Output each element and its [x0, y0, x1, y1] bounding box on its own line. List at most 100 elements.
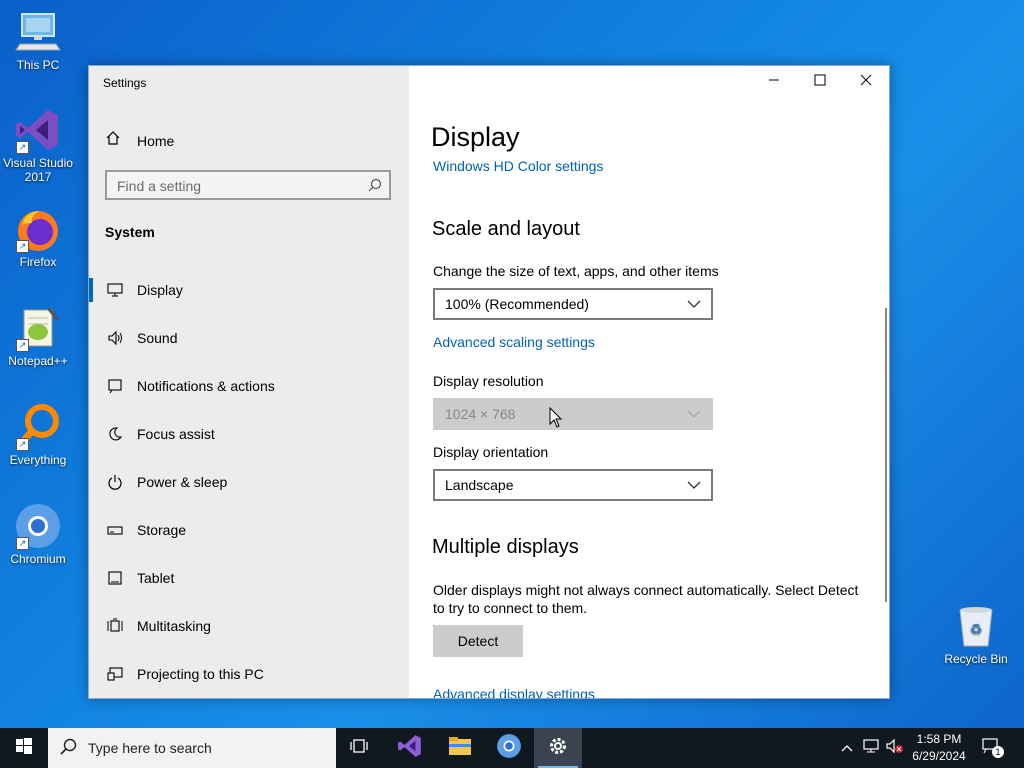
desktop-icon-firefox[interactable]: ↗ Firefox — [0, 205, 76, 269]
close-button[interactable] — [843, 66, 889, 98]
scale-layout-heading: Scale and layout — [432, 218, 580, 240]
shortcut-arrow-icon: ↗ — [16, 339, 29, 352]
scale-value: 100% (Recommended) — [445, 296, 589, 312]
home-icon — [105, 130, 125, 151]
sidebar-section-title: System — [105, 224, 155, 240]
sidebar-item-label: Notifications & actions — [137, 378, 275, 394]
chromium-icon — [496, 733, 522, 764]
desktop-icon-label: Chromium — [10, 552, 66, 566]
desktop-icon-label: Everything — [9, 453, 67, 467]
sidebar-item-focus-assist[interactable]: Focus assist — [89, 410, 409, 458]
desktop-icon-label: Firefox — [19, 255, 57, 269]
start-button[interactable] — [0, 728, 48, 768]
volume-button[interactable] — [884, 728, 906, 768]
speaker-icon — [105, 330, 125, 346]
search-icon — [60, 738, 78, 759]
minimize-button[interactable] — [751, 66, 797, 98]
orientation-dropdown[interactable]: Landscape — [433, 469, 713, 501]
sidebar-item-multitasking[interactable]: Multitasking — [89, 602, 409, 650]
sidebar-item-display[interactable]: Display — [89, 266, 409, 314]
task-view-icon — [350, 738, 370, 759]
orientation-label: Display orientation — [433, 444, 549, 460]
shortcut-arrow-icon: ↗ — [16, 438, 29, 451]
sidebar-item-notifications[interactable]: Notifications & actions — [89, 362, 409, 410]
visual-studio-icon: ↗ — [14, 106, 62, 154]
scale-label: Change the size of text, apps, and other… — [433, 263, 719, 279]
sidebar-item-projecting[interactable]: Projecting to this PC — [89, 650, 409, 698]
shortcut-arrow-icon: ↗ — [16, 537, 29, 550]
desktop-icon-chromium[interactable]: ↗ Chromium — [0, 502, 76, 566]
desktop-icon-everything[interactable]: ↗ Everything — [0, 403, 76, 467]
settings-search-box[interactable] — [105, 170, 391, 200]
shortcut-arrow-icon: ↗ — [16, 141, 29, 154]
settings-search-input[interactable] — [107, 172, 359, 200]
sidebar-item-label: Sound — [137, 330, 178, 346]
action-center-icon: 1 — [982, 738, 1004, 758]
sidebar-item-label: Tablet — [137, 570, 175, 586]
scale-dropdown[interactable]: 100% (Recommended) — [433, 288, 713, 320]
desktop-icon-visual-studio[interactable]: ↗ Visual Studio 2017 — [0, 106, 76, 184]
sidebar-item-storage[interactable]: Storage — [89, 506, 409, 554]
hd-color-settings-link[interactable]: Windows HD Color settings — [433, 158, 603, 174]
taskbar-settings-button[interactable] — [534, 728, 582, 768]
chevron-down-icon — [687, 478, 701, 495]
sidebar-item-power-sleep[interactable]: Power & sleep — [89, 458, 409, 506]
computer-icon — [14, 8, 62, 56]
recycle-bin-icon: ♻ — [952, 602, 1000, 650]
desktop-icon-notepad-plus-plus[interactable]: ↗ Notepad++ — [0, 304, 76, 368]
svg-text:♻: ♻ — [970, 622, 983, 638]
taskbar-file-explorer-button[interactable] — [436, 728, 484, 768]
notification-icon — [105, 378, 125, 394]
desktop-icon-this-pc[interactable]: This PC — [0, 8, 76, 72]
settings-content: Display Windows HD Color settings Scale … — [409, 66, 889, 698]
folder-icon — [448, 736, 472, 761]
notepad-plus-plus-icon: ↗ — [14, 304, 62, 352]
chevron-down-icon — [687, 297, 701, 314]
sidebar-item-sound[interactable]: Sound — [89, 314, 409, 362]
sidebar-item-label: Multitasking — [137, 618, 211, 634]
power-icon — [105, 474, 125, 490]
shortcut-arrow-icon: ↗ — [16, 240, 29, 253]
desktop-icon-label: This PC — [16, 58, 60, 72]
advanced-scaling-link[interactable]: Advanced scaling settings — [433, 334, 595, 350]
clock-date: 6/29/2024 — [912, 749, 966, 763]
multiple-displays-text: Older displays might not always connect … — [433, 582, 859, 616]
taskbar-search-box[interactable]: Type here to search — [48, 728, 336, 768]
detect-button[interactable]: Detect — [433, 625, 523, 657]
taskbar-clock[interactable]: 1:58 PM 6/29/2024 — [906, 731, 972, 765]
advanced-display-settings-link[interactable]: Advanced display settings — [433, 686, 595, 698]
resolution-label: Display resolution — [433, 373, 544, 389]
sidebar-item-label: Display — [137, 282, 183, 298]
network-button[interactable] — [860, 728, 882, 768]
sidebar-nav: Display Sound Notifications & actions Fo… — [89, 266, 409, 698]
volume-muted-icon — [886, 738, 904, 759]
resolution-dropdown[interactable]: 1024 × 768 — [433, 398, 713, 430]
settings-sidebar: Settings Home System Display — [89, 66, 409, 698]
search-icon[interactable] — [367, 177, 383, 193]
action-center-button[interactable]: 1 — [978, 728, 1008, 768]
minimize-icon — [768, 73, 780, 91]
multitasking-icon — [105, 618, 125, 634]
sidebar-item-tablet[interactable]: Tablet — [89, 554, 409, 602]
firefox-icon: ↗ — [14, 205, 62, 253]
monitor-icon — [105, 282, 125, 298]
network-icon — [863, 738, 879, 758]
sidebar-item-label: Projecting to this PC — [137, 666, 264, 682]
taskbar-chromium-button[interactable] — [485, 728, 533, 768]
task-view-button[interactable] — [336, 728, 384, 768]
resolution-value: 1024 × 768 — [445, 406, 516, 422]
desktop-icon-label: Recycle Bin — [944, 652, 1008, 666]
desktop-icon-label: Notepad++ — [8, 354, 68, 368]
maximize-icon — [814, 73, 826, 91]
desktop-icon-recycle-bin[interactable]: ♻ Recycle Bin — [938, 602, 1014, 666]
sidebar-item-label: Power & sleep — [137, 474, 228, 490]
windows-logo-icon — [16, 737, 32, 759]
clock-time: 1:58 PM — [916, 732, 962, 746]
maximize-button[interactable] — [797, 66, 843, 98]
show-hidden-icons-button[interactable] — [838, 728, 856, 768]
chromium-icon: ↗ — [14, 502, 62, 550]
taskbar-visual-studio-button[interactable] — [386, 728, 434, 768]
scrollbar[interactable] — [885, 308, 887, 602]
sidebar-home[interactable]: Home — [105, 130, 174, 151]
visual-studio-icon — [397, 733, 423, 764]
